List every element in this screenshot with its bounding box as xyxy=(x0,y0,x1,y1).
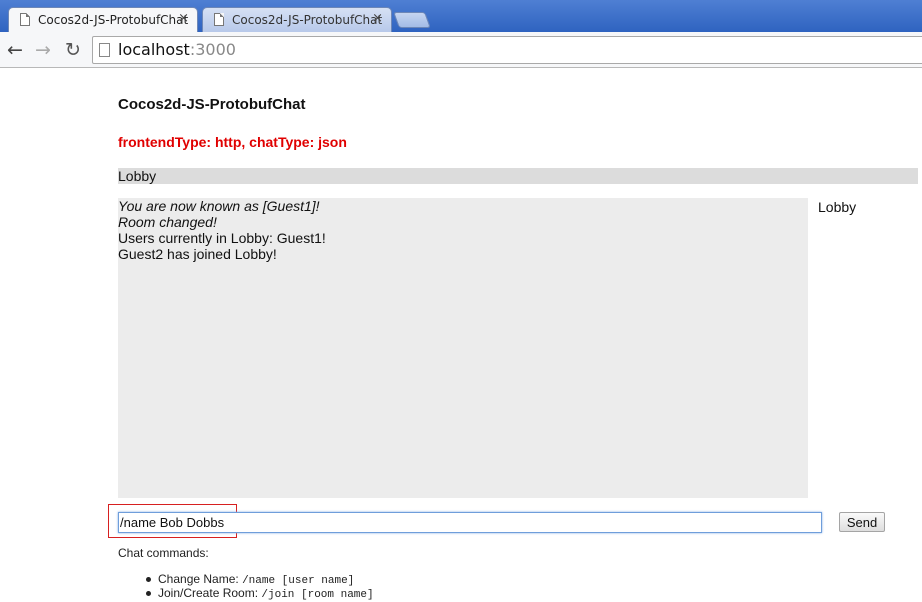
message-item: Room changed! xyxy=(118,214,217,230)
message-log: You are now known as [Guest1]! Room chan… xyxy=(118,198,808,498)
current-room-header: Lobby xyxy=(118,168,918,184)
address-bar[interactable]: localhost:3000 xyxy=(92,36,922,64)
tab-strip: Cocos2d-JS-ProtobufChat × Cocos2d-JS-Pro… xyxy=(0,0,922,32)
room-list: Lobby xyxy=(818,199,856,215)
command-label: Change Name: xyxy=(158,572,239,586)
command-item: Change Name: /name [user name] xyxy=(146,572,374,587)
message-item: Guest2 has joined Lobby! xyxy=(118,246,277,262)
help-title: Chat commands: xyxy=(118,546,209,560)
tab-active[interactable]: Cocos2d-JS-ProtobufChat × xyxy=(8,7,198,32)
browser-toolbar: ← → ↻ localhost:3000 xyxy=(0,32,922,68)
message-input[interactable] xyxy=(118,512,822,533)
new-tab-button[interactable] xyxy=(393,12,431,28)
tab-close-icon[interactable]: × xyxy=(178,11,189,26)
message-item: Users currently in Lobby: Guest1! xyxy=(118,230,326,246)
status-line: frontendType: http, chatType: json xyxy=(118,134,347,150)
send-button[interactable]: Send xyxy=(839,512,885,532)
reload-icon[interactable]: ↻ xyxy=(62,39,84,61)
url-host: localhost xyxy=(118,40,190,59)
page-icon xyxy=(20,13,30,26)
page-title: Cocos2d-JS-ProtobufChat xyxy=(118,96,306,113)
command-label: Join/Create Room: xyxy=(158,586,259,600)
forward-arrow-icon[interactable]: → xyxy=(32,39,54,61)
command-item: Join/Create Room: /join [room name] xyxy=(146,586,374,601)
tab-title: Cocos2d-JS-ProtobufChat xyxy=(38,13,189,27)
page-icon xyxy=(99,43,110,57)
tab-inactive[interactable]: Cocos2d-JS-ProtobufChat × xyxy=(202,7,392,32)
browser-chrome: Cocos2d-JS-ProtobufChat × Cocos2d-JS-Pro… xyxy=(0,0,922,68)
url-port: :3000 xyxy=(189,40,236,59)
tab-close-icon[interactable]: × xyxy=(372,11,383,26)
message-item: You are now known as [Guest1]! xyxy=(118,198,320,214)
command-syntax: /join [room name] xyxy=(261,589,374,601)
page-content: Cocos2d-JS-ProtobufChat frontendType: ht… xyxy=(0,68,922,601)
back-arrow-icon[interactable]: ← xyxy=(4,39,26,61)
tab-title: Cocos2d-JS-ProtobufChat xyxy=(232,13,383,27)
command-list: Change Name: /name [user name] Join/Crea… xyxy=(146,572,374,601)
room-list-item[interactable]: Lobby xyxy=(818,199,856,215)
page-icon xyxy=(214,13,224,26)
url-text[interactable]: localhost:3000 xyxy=(118,40,236,59)
